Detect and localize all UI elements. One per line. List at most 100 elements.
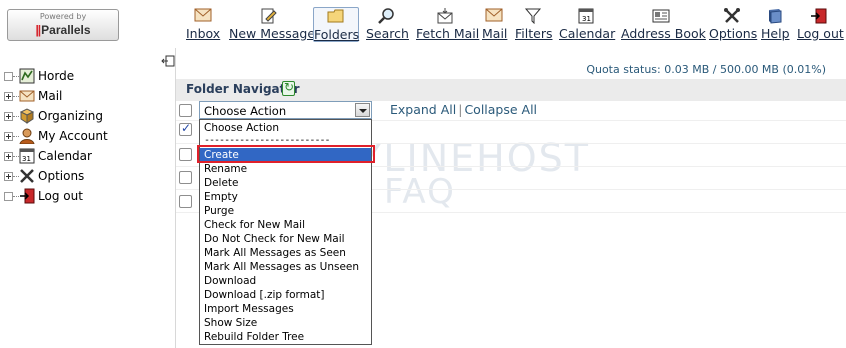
select-all-checkbox[interactable] [179,104,192,117]
expand-plus-icon[interactable] [4,171,13,181]
svg-text:31: 31 [582,15,591,23]
logo-brand-text: Parallels [41,23,91,37]
option-rename[interactable]: Rename [204,163,247,175]
highlight-annotation-box [197,145,375,163]
toolbar-mail[interactable]: Mail [482,8,508,42]
sidebar-item-horde[interactable]: Horde [4,68,74,86]
toolbar-new-message-label: New Message [229,26,316,41]
tree-links: Expand All | Collapse All [390,102,538,117]
expander [4,71,13,81]
funnel-icon [524,8,542,25]
expand-plus-icon[interactable] [4,111,13,121]
mail-envelope-icon [485,8,503,24]
sidebar-item-my-account[interactable]: My Account [4,128,108,146]
option-empty[interactable]: Empty [204,191,238,203]
toolbar-mail-label: Mail [482,26,508,41]
sidebar-item-label: Log out [38,189,83,203]
parallels-logo[interactable]: Powered by ||Parallels [7,9,119,41]
sidebar-item-log-out[interactable]: Log out [4,188,83,206]
svg-text:31: 31 [22,155,31,163]
top-toolbar: Powered by ||Parallels Inbox New Message… [0,0,846,48]
toolbar-help[interactable]: Help [761,8,790,42]
envelope-icon [194,8,212,24]
toolbar-address-book-label: Address Book [621,26,706,41]
sidebar-item-mail[interactable]: Mail [4,88,62,106]
toolbar-filters-label: Filters [515,26,553,41]
address-card-icon [652,8,670,24]
option-do-not-check-new-mail[interactable]: Do Not Check for New Mail [204,233,345,245]
sidebar-item-label: Calendar [38,149,92,163]
folder-row-checkbox[interactable] [179,171,192,184]
refresh-icon[interactable] [282,80,295,96]
toolbar-fetch-mail[interactable]: Fetch Mail [416,8,480,42]
toolbar-filters[interactable]: Filters [515,8,553,42]
folder-row-checkbox[interactable] [179,121,192,136]
fetch-mail-icon [436,8,454,24]
folder-icon [327,9,345,25]
option-purge[interactable]: Purge [204,205,234,217]
toolbar-fetch-mail-label: Fetch Mail [416,26,480,41]
option-mark-all-unseen[interactable]: Mark All Messages as Unseen [204,261,359,273]
sidebar-item-options[interactable]: Options [4,168,84,186]
sidebar-item-label: Mail [38,89,63,103]
option-show-size[interactable]: Show Size [204,317,257,329]
toolbar-calendar[interactable]: 31 Calendar [559,8,616,42]
option-check-new-mail[interactable]: Check for New Mail [204,219,305,231]
sidebar-item-label: My Account [38,129,108,143]
toolbar-folders[interactable]: Folders [313,7,359,42]
option-choose-action[interactable]: Choose Action [204,122,279,134]
parallels-bars-icon: || [35,23,41,37]
option-mark-all-seen[interactable]: Mark All Messages as Seen [204,247,346,259]
horde-icon [19,68,35,84]
expand-plus-icon[interactable] [4,131,13,141]
chevron-down-icon[interactable] [355,103,370,117]
toolbar-inbox[interactable]: Inbox [186,8,220,42]
logo-powered-by: Powered by [39,12,87,21]
watermark-line2: FAQ [384,172,456,212]
toolbar-folders-label: Folders [314,27,360,42]
sidebar-item-label: Options [38,169,85,183]
toolbar-log-out-label: Log out [797,26,844,41]
option-download[interactable]: Download [204,275,256,287]
help-book-icon [766,8,784,24]
option-import-messages[interactable]: Import Messages [204,303,294,315]
toolbar-search[interactable]: Search [366,8,409,42]
sidebar-item-label: Organizing [38,109,103,123]
user-icon [19,128,35,145]
action-select[interactable]: Choose Action [199,101,372,119]
option-rebuild-folder-tree[interactable]: Rebuild Folder Tree [204,331,304,343]
toolbar-new-message[interactable]: New Message [229,8,316,42]
quota-status: Quota status: 0.03 MB / 500.00 MB (0.01%… [586,63,826,76]
sidebar-item-calendar[interactable]: 31 Calendar [4,148,92,166]
expander [4,191,13,201]
expand-all-link[interactable]: Expand All [390,102,456,117]
mail-icon [19,88,35,104]
expand-plus-icon[interactable] [4,151,13,161]
collapse-sidebar-icon[interactable] [161,52,175,67]
toolbar-calendar-label: Calendar [559,26,616,41]
magnifier-icon [378,8,396,24]
collapse-all-link[interactable]: Collapse All [464,102,537,117]
expand-plus-icon[interactable] [4,91,13,101]
calendar-icon: 31 [19,148,35,164]
toolbar-help-label: Help [761,26,790,41]
sidebar-item-label: Horde [38,69,75,83]
action-select-value: Choose Action [204,104,287,118]
toolbar-options[interactable]: Options [709,8,758,42]
toolbar-options-label: Options [709,26,758,41]
folder-row-checkbox[interactable] [179,195,192,208]
toolbar-search-label: Search [366,26,409,41]
exit-door-icon [19,188,35,204]
toolbar-inbox-label: Inbox [186,26,221,41]
sidebar-item-organizing[interactable]: Organizing [4,108,103,126]
folder-row-checkbox[interactable] [179,148,192,161]
option-delete[interactable]: Delete [204,177,239,189]
tools-icon [723,8,741,24]
option-download-zip[interactable]: Download [.zip format] [204,289,325,301]
organizing-icon [19,108,35,124]
toolbar-log-out[interactable]: Log out [797,8,844,42]
compose-icon [259,8,277,24]
logo-brand: ||Parallels [8,23,118,37]
toolbar-address-book[interactable]: Address Book [621,8,706,42]
calendar-icon: 31 [577,8,595,24]
